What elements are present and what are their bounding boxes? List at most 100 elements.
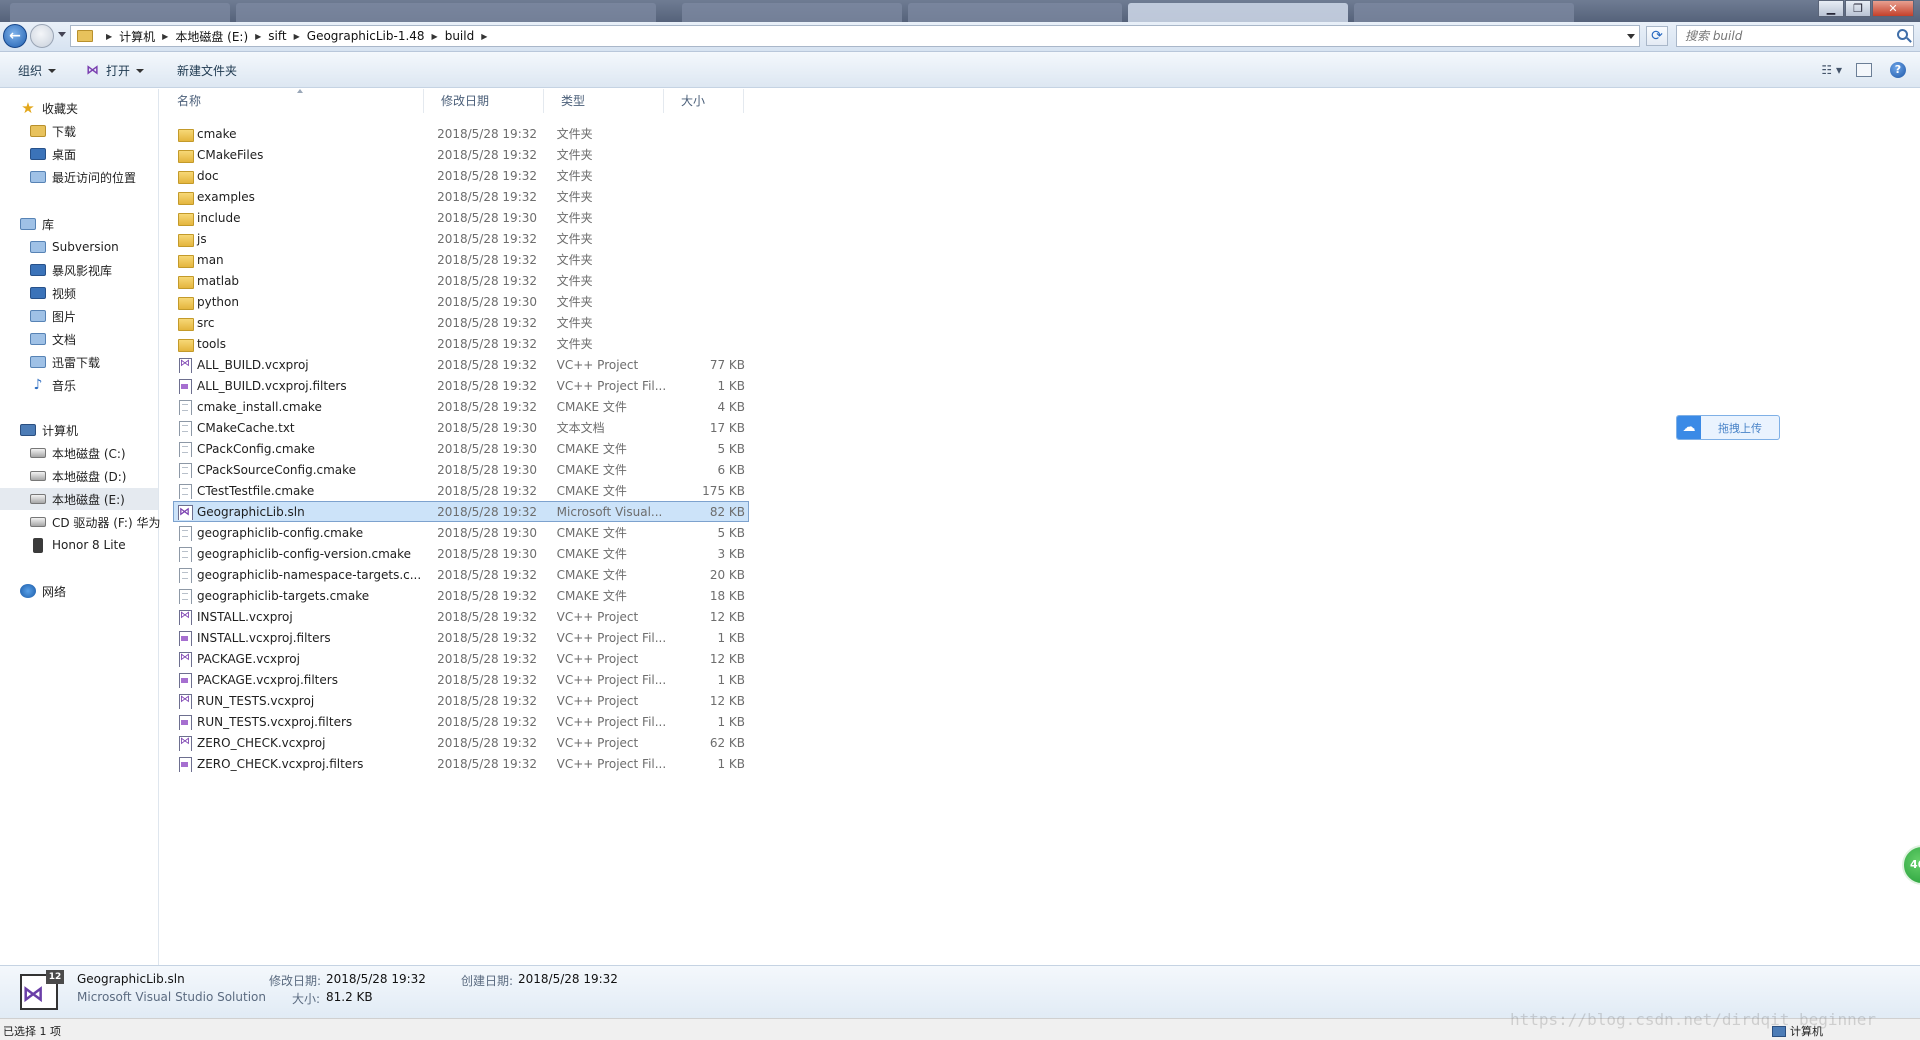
breadcrumb-item-drive-e[interactable]: 本地磁盘 (E:) ▶: [175, 28, 268, 45]
search-icon[interactable]: [1897, 29, 1908, 40]
maximize-button[interactable]: ❐: [1845, 0, 1871, 17]
address-history-dropdown-icon[interactable]: [1627, 34, 1635, 39]
breadcrumb-item-computer[interactable]: 计算机 ▶: [119, 28, 175, 45]
nav-honor[interactable]: Honor 8 Lite: [0, 534, 158, 556]
file-row[interactable]: matlab 2018/5/28 19:32 文件夹: [173, 270, 749, 291]
file-row[interactable]: ALL_BUILD.vcxproj 2018/5/28 19:32 VC++ Pro…: [173, 354, 749, 375]
tab-blurred-5[interactable]: [1354, 3, 1574, 22]
back-button[interactable]: ←: [3, 24, 27, 48]
file-row[interactable]: man 2018/5/28 19:32 文件夹: [173, 249, 749, 270]
breadcrumb-item-geographiclib[interactable]: GeographicLib-1.48 ▶: [307, 29, 445, 43]
column-header-date[interactable]: 修改日期: [424, 89, 544, 113]
file-row[interactable]: examples 2018/5/28 19:32 文件夹: [173, 186, 749, 207]
tab-blurred-2[interactable]: [236, 3, 656, 22]
drag-upload-button[interactable]: ☁ 拖拽上传: [1676, 415, 1780, 440]
file-row[interactable]: cmake 2018/5/28 19:32 文件夹: [173, 123, 749, 144]
file-row[interactable]: python 2018/5/28 19:30 文件夹: [173, 291, 749, 312]
nav-drive-e[interactable]: 本地磁盘 (E:): [0, 488, 158, 510]
file-row[interactable]: include 2018/5/28 19:30 文件夹: [173, 207, 749, 228]
nav-drive-f[interactable]: CD 驱动器 (F:) 华为: [0, 511, 160, 533]
nav-desktop[interactable]: 桌面: [0, 143, 158, 165]
breadcrumb-item-build[interactable]: build ▶: [445, 29, 495, 43]
nav-drive-d[interactable]: 本地磁盘 (D:): [0, 465, 158, 487]
breadcrumb-arrow-icon[interactable]: ▶: [481, 32, 487, 41]
file-row[interactable]: src 2018/5/28 19:32 文件夹: [173, 312, 749, 333]
floating-badge[interactable]: 46: [1902, 845, 1920, 885]
organize-button[interactable]: 组织: [18, 62, 57, 79]
computer-icon: [20, 424, 36, 436]
nav-videos[interactable]: 视频: [0, 282, 158, 304]
file-row[interactable]: geographiclib-targets.cmake 2018/5/28 19:…: [173, 585, 749, 606]
file-size: 6 KB: [717, 462, 745, 477]
file-date: 2018/5/28 19:32: [437, 567, 538, 582]
preview-pane-button[interactable]: [1856, 63, 1872, 77]
open-button[interactable]: ⋈ 打开: [86, 62, 145, 79]
nav-libraries[interactable]: 库: [0, 213, 158, 235]
file-row[interactable]: INSTALL.vcxproj.filters 2018/5/28 19:32 VC…: [173, 627, 749, 648]
nav-music[interactable]: ♪ 音乐: [0, 374, 158, 396]
close-button[interactable]: ✕: [1872, 0, 1914, 17]
nav-baofeng[interactable]: 暴风影视库: [0, 259, 158, 281]
nav-network[interactable]: 网络: [0, 580, 158, 602]
file-row[interactable]: GeographicLib.sln 2018/5/28 19:32 Microsof…: [173, 501, 749, 522]
tab-blurred-3[interactable]: [682, 3, 902, 22]
nav-recent[interactable]: 最近访问的位置: [0, 166, 158, 188]
search-input[interactable]: [1677, 26, 1887, 46]
file-row[interactable]: CTestTestfile.cmake 2018/5/28 19:32 CMAKE …: [173, 480, 749, 501]
file-row[interactable]: PACKAGE.vcxproj 2018/5/28 19:32 VC++ Proje…: [173, 648, 749, 669]
nav-drive-c[interactable]: 本地磁盘 (C:): [0, 442, 158, 464]
file-row[interactable]: js 2018/5/28 19:32 文件夹: [173, 228, 749, 249]
nav-xunlei[interactable]: 迅雷下载: [0, 351, 158, 373]
file-row[interactable]: geographiclib-namespace-targets.c... 2018…: [173, 564, 749, 585]
file-row[interactable]: CMakeFiles 2018/5/28 19:32 文件夹: [173, 144, 749, 165]
address-bar[interactable]: ▶ 计算机 ▶ 本地磁盘 (E:) ▶ sift ▶ GeographicLib-1.…: [70, 25, 1640, 47]
tab-blurred-1[interactable]: [10, 3, 230, 22]
minimize-button[interactable]: ▁: [1818, 0, 1844, 17]
file-row[interactable]: INSTALL.vcxproj 2018/5/28 19:32 VC++ Proje…: [173, 606, 749, 627]
forward-button[interactable]: [30, 24, 54, 48]
nav-subversion[interactable]: Subversion: [0, 236, 158, 258]
column-header-size[interactable]: 大小: [664, 89, 744, 113]
file-row[interactable]: CPackSourceConfig.cmake 2018/5/28 19:30 CM…: [173, 459, 749, 480]
details-file-name: GeographicLib.sln: [77, 972, 185, 986]
column-header-row: 名称 修改日期 类型 大小: [160, 89, 750, 113]
file-row[interactable]: RUN_TESTS.vcxproj 2018/5/28 19:32 VC++ Pro…: [173, 690, 749, 711]
breadcrumb-arrow-icon[interactable]: ▶: [106, 32, 112, 41]
file-row[interactable]: ALL_BUILD.vcxproj.filters 2018/5/28 19:32…: [173, 375, 749, 396]
search-box[interactable]: [1676, 25, 1914, 47]
column-header-name[interactable]: 名称: [160, 89, 424, 113]
breadcrumb-item-sift[interactable]: sift ▶: [268, 29, 306, 43]
file-row[interactable]: cmake_install.cmake 2018/5/28 19:32 CMAKE …: [173, 396, 749, 417]
change-view-button[interactable]: ☷ ▾: [1821, 63, 1842, 77]
file-size: 62 KB: [709, 735, 745, 750]
help-button[interactable]: ?: [1890, 62, 1906, 78]
file-row[interactable]: ZERO_CHECK.vcxproj.filters 2018/5/28 19:3…: [173, 753, 749, 774]
file-row[interactable]: RUN_TESTS.vcxproj.filters 2018/5/28 19:32…: [173, 711, 749, 732]
new-folder-button[interactable]: 新建文件夹: [177, 62, 237, 79]
breadcrumb-arrow-icon[interactable]: ▶: [162, 32, 168, 41]
details-modified-value: 2018/5/28 19:32: [326, 972, 426, 986]
breadcrumb-arrow-icon[interactable]: ▶: [255, 32, 261, 41]
file-row[interactable]: PACKAGE.vcxproj.filters 2018/5/28 19:32 VC…: [173, 669, 749, 690]
file-row[interactable]: geographiclib-config.cmake 2018/5/28 19:3…: [173, 522, 749, 543]
tab-active[interactable]: [1128, 3, 1348, 22]
file-row[interactable]: ZERO_CHECK.vcxproj 2018/5/28 19:32 VC++ Pr…: [173, 732, 749, 753]
file-name-cell: tools: [174, 336, 437, 352]
nav-favorites[interactable]: ★ 收藏夹: [0, 97, 158, 119]
nav-pictures[interactable]: 图片: [0, 305, 158, 327]
breadcrumb-arrow-icon[interactable]: ▶: [432, 32, 438, 41]
breadcrumb-arrow-icon[interactable]: ▶: [294, 32, 300, 41]
nav-computer[interactable]: 计算机: [0, 419, 158, 441]
file-row[interactable]: CMakeCache.txt 2018/5/28 19:30 文本文档 17 KB: [173, 417, 749, 438]
refresh-button[interactable]: ⟳: [1646, 26, 1668, 46]
file-row[interactable]: geographiclib-config-version.cmake 2018/5…: [173, 543, 749, 564]
file-row[interactable]: CPackConfig.cmake 2018/5/28 19:30 CMAKE 文件…: [173, 438, 749, 459]
nav-documents[interactable]: 文档: [0, 328, 158, 350]
picture-icon: [30, 310, 46, 322]
recent-pages-dropdown-icon[interactable]: [58, 32, 66, 37]
nav-downloads[interactable]: 下载: [0, 120, 158, 142]
file-row[interactable]: tools 2018/5/28 19:32 文件夹: [173, 333, 749, 354]
column-header-type[interactable]: 类型: [544, 89, 664, 113]
file-row[interactable]: doc 2018/5/28 19:32 文件夹: [173, 165, 749, 186]
tab-blurred-4[interactable]: [908, 3, 1122, 22]
